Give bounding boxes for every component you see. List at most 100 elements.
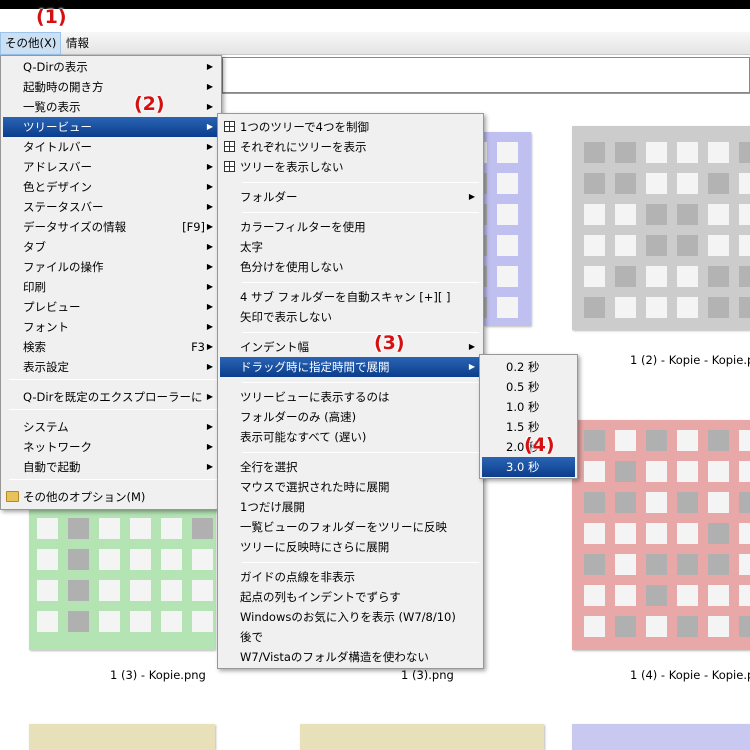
menu-item-12[interactable]: プレビュー ▶ <box>3 297 219 317</box>
menu-item-17[interactable]: システム ▶ <box>3 417 219 437</box>
tree-menu-item-0[interactable]: 1つのツリーで4つを制御 <box>220 117 481 137</box>
file-caption[interactable]: 1 (3).png <box>401 668 454 682</box>
thumbnail-cell <box>646 142 667 163</box>
tree-menu-item-14[interactable]: 全行を選択 <box>220 457 481 477</box>
file-thumbnail[interactable] <box>29 504 215 650</box>
menu-item-19[interactable]: 自動で起動 ▶ <box>3 457 219 477</box>
menu-item-label: フォント <box>23 320 69 334</box>
menu-other[interactable]: その他(X) <box>0 32 62 55</box>
tree-menu-item-4[interactable]: カラーフィルターを使用 <box>220 217 481 237</box>
menu-item-label: 1つのツリーで4つを制御 <box>240 120 369 134</box>
submenu-arrow-icon: ▶ <box>206 202 213 211</box>
tree-menu-item-13[interactable]: 表示可能なすべて (遅い) <box>220 427 481 447</box>
tree-menu-item-9[interactable]: インデント幅 ▶ <box>220 337 481 357</box>
submenu-arrow-icon: ▶ <box>206 422 213 431</box>
time-option-1[interactable]: 0.5 秒 <box>482 377 575 397</box>
thumbnail-cell <box>646 297 667 318</box>
tree-menu-item-20[interactable]: 起点の列もインデントでずらす <box>220 587 481 607</box>
file-thumbnail[interactable] <box>466 132 531 326</box>
menu-item-14[interactable]: 検索 F3 ▶ <box>3 337 219 357</box>
tree-menu-item-12[interactable]: フォルダーのみ (高速) <box>220 407 481 427</box>
tree-menu-item-5[interactable]: 太字 <box>220 237 481 257</box>
tree-menu-item-7[interactable]: 4 サブ フォルダーを自動スキャン [+][ ] <box>220 287 481 307</box>
menu-separator <box>242 182 479 183</box>
menu-item-8[interactable]: データサイズの情報 [F9] ▶ <box>3 217 219 237</box>
thumbnail-cell <box>677 492 698 513</box>
tree-menu-item-6[interactable]: 色分けを使用しない <box>220 257 481 277</box>
file-caption[interactable]: 1 (3) - Kopie.png <box>110 668 206 682</box>
menu-item-15[interactable]: 表示設定 ▶ <box>3 357 219 377</box>
menu-item-4[interactable]: タイトルバー ▶ <box>3 137 219 157</box>
submenu-arrow-icon: ▶ <box>206 62 213 71</box>
tree-menu-item-19[interactable]: ガイドの点線を非表示 <box>220 567 481 587</box>
file-thumbnail[interactable] <box>29 724 215 750</box>
menu-item-label: Q-Dirの表示 <box>23 60 88 74</box>
tree-menu-item-1[interactable]: それぞれにツリーを表示 <box>220 137 481 157</box>
menu-item-label: 全行を選択 <box>240 460 298 474</box>
thumbnail-cell <box>646 492 667 513</box>
menu-item-1[interactable]: 起動時の開き方 ▶ <box>3 77 219 97</box>
menu-item-6[interactable]: 色とデザイン ▶ <box>3 177 219 197</box>
time-option-0[interactable]: 0.2 秒 <box>482 357 575 377</box>
tree-menu-item-8[interactable]: 矢印で表示しない <box>220 307 481 327</box>
thumbnail-cell <box>584 142 605 163</box>
tree-menu-item-16[interactable]: 1つだけ展開 <box>220 497 481 517</box>
thumbnail-cell <box>739 173 750 194</box>
menu-item-label: プレビュー <box>23 300 81 314</box>
menu-separator <box>9 409 217 410</box>
thumbnail-cell <box>708 297 729 318</box>
tree-menu-item-23[interactable]: W7/Vistaのフォルダ構造を使わない <box>220 647 481 667</box>
thumbnail-cell <box>739 204 750 225</box>
file-caption[interactable]: 1 (2) - Kopie - Kopie.png <box>630 353 750 367</box>
thumbnail-cell <box>584 266 605 287</box>
thumbnail-cell <box>161 580 182 601</box>
app-window: その他(X) 情報 1 (2) - Kopie - Kopie.png 1 (3… <box>0 0 750 750</box>
tree-menu-item-2[interactable]: ツリーを表示しない <box>220 157 481 177</box>
time-option-5[interactable]: 3.0 秒 <box>482 457 575 477</box>
menu-item-18[interactable]: ネットワーク ▶ <box>3 437 219 457</box>
thumbnail-cell <box>99 611 120 632</box>
tree-menu-item-11[interactable]: ツリービューに表示するのは <box>220 387 481 407</box>
menu-item-0[interactable]: Q-Dirの表示 ▶ <box>3 57 219 77</box>
menu-item-5[interactable]: アドレスバー ▶ <box>3 157 219 177</box>
thumbnail-cell <box>646 585 667 606</box>
menu-item-11[interactable]: 印刷 ▶ <box>3 277 219 297</box>
thumbnail-cell <box>584 297 605 318</box>
menu-item-label: データサイズの情報 <box>23 220 127 234</box>
thumbnail-cell <box>584 554 605 575</box>
thumbnail-cell <box>99 580 120 601</box>
file-thumbnail[interactable] <box>572 724 750 750</box>
menu-item-3[interactable]: ツリービュー ▶ <box>3 117 219 137</box>
menu-item-label: それぞれにツリーを表示 <box>240 140 367 154</box>
menu-item-13[interactable]: フォント ▶ <box>3 317 219 337</box>
menu-separator <box>242 382 479 383</box>
thumbnail-cell <box>130 518 151 539</box>
menu-item-label: ツリーを表示しない <box>240 160 344 174</box>
thumbnail-cell <box>161 611 182 632</box>
thumbnail-cell <box>130 549 151 570</box>
file-thumbnail[interactable] <box>572 420 750 650</box>
file-thumbnail[interactable] <box>300 724 544 750</box>
file-thumbnail[interactable] <box>572 126 750 330</box>
file-caption[interactable]: 1 (4) - Kopie - Kopie.png <box>630 668 750 682</box>
menu-item-10[interactable]: ファイルの操作 ▶ <box>3 257 219 277</box>
menu-item-9[interactable]: タブ ▶ <box>3 237 219 257</box>
time-option-2[interactable]: 1.0 秒 <box>482 397 575 417</box>
tree-menu-item-15[interactable]: マウスで選択された時に展開 <box>220 477 481 497</box>
address-field[interactable] <box>222 57 750 93</box>
tree-menu-item-17[interactable]: 一覧ビューのフォルダーをツリーに反映 <box>220 517 481 537</box>
submenu-arrow-icon: ▶ <box>206 392 213 401</box>
tree-menu-item-10[interactable]: ドラッグ時に指定時間で展開 ▶ <box>220 357 481 377</box>
tree-menu-item-3[interactable]: フォルダー ▶ <box>220 187 481 207</box>
annotation-1: (1) <box>36 6 67 28</box>
thumbnail-cell <box>497 235 518 256</box>
thumbnail-cell <box>68 580 89 601</box>
tree-menu-item-22[interactable]: 後で <box>220 627 481 647</box>
tree-menu-item-21[interactable]: Windowsのお気に入りを表示 (W7/8/10) <box>220 607 481 627</box>
tree-menu-item-18[interactable]: ツリーに反映時にさらに展開 <box>220 537 481 557</box>
menu-item-7[interactable]: ステータスバー ▶ <box>3 197 219 217</box>
menu-info[interactable]: 情報 <box>62 32 93 55</box>
menu-item-2[interactable]: 一覧の表示 ▶ <box>3 97 219 117</box>
menu-item-16[interactable]: Q-Dirを既定のエクスプローラーに ▶ <box>3 387 219 407</box>
menu-item-20[interactable]: その他のオプション(M) <box>3 487 219 507</box>
